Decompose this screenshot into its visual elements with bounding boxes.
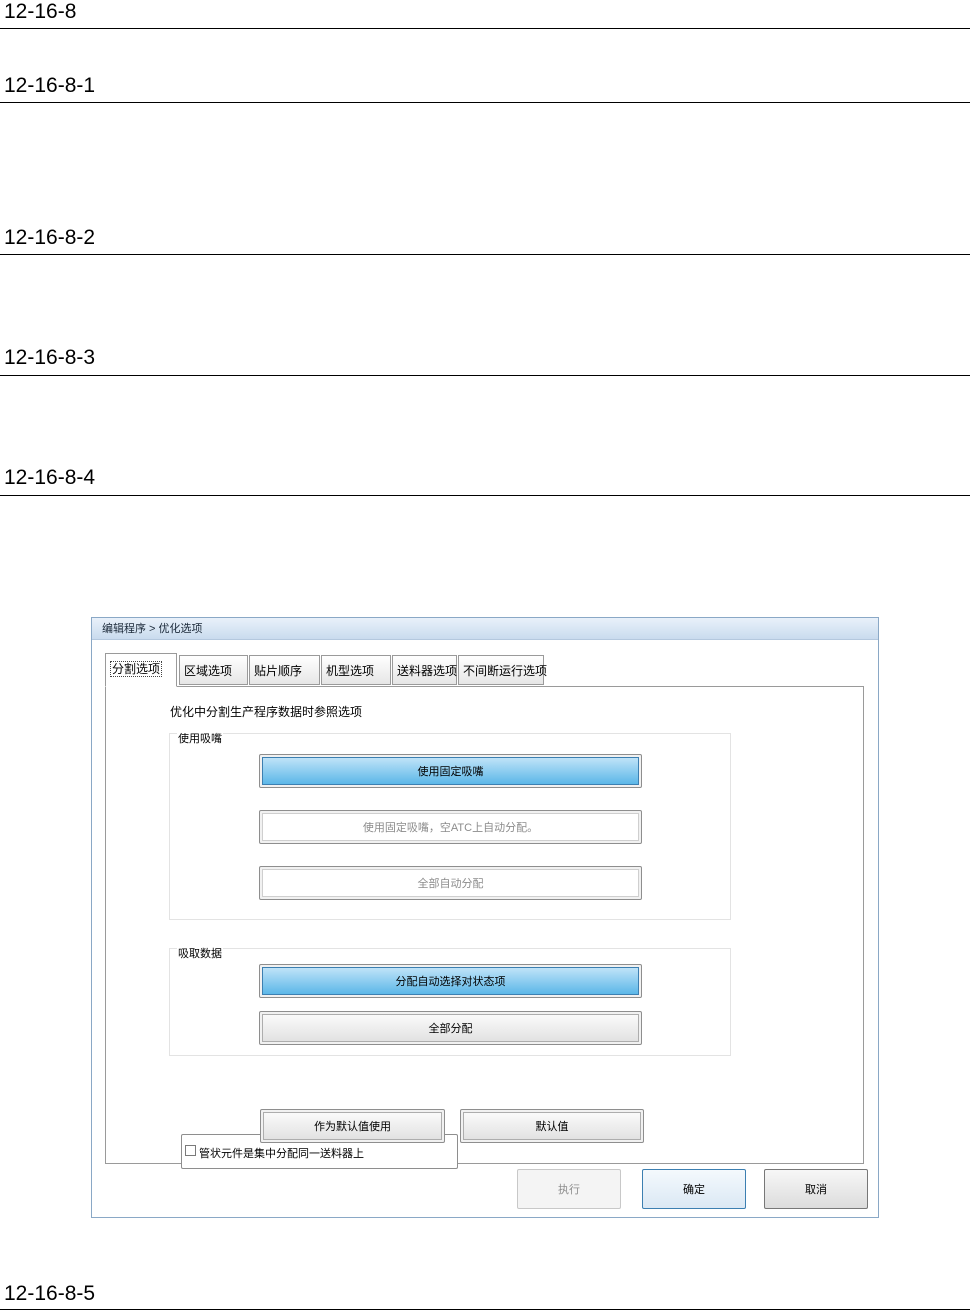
- button-label: 分配自动选择对状态项: [262, 967, 639, 995]
- heading-rule: [0, 375, 970, 376]
- button-label: 作为默认值使用: [263, 1112, 442, 1140]
- button-label: 全部自动分配: [262, 869, 639, 897]
- button-label: 使用固定吸嘴: [262, 757, 639, 785]
- tab-area-options[interactable]: 区域选项: [179, 655, 248, 685]
- tab-machine-options[interactable]: 机型选项: [321, 655, 391, 685]
- tab-placement-order[interactable]: 贴片顺序: [249, 655, 320, 685]
- optimization-options-dialog: 编辑程序 > 优化选项 分割选项 区域选项 贴片顺序 机型选项 送料器选项 不间…: [91, 617, 879, 1218]
- section-heading-12-16-8: 12-16-8: [4, 0, 77, 23]
- tube-component-label: 管状元件是集中分配同一送料器上: [199, 1148, 364, 1160]
- default-values-button[interactable]: 默认值: [460, 1109, 644, 1143]
- section-heading-12-16-8-4: 12-16-8-4: [4, 466, 96, 489]
- pickup-data-group: 吸取数据 分配自动选择对状态项 全部分配: [169, 948, 731, 1056]
- heading-rule: [0, 1309, 970, 1310]
- fixed-nozzle-auto-atc-button[interactable]: 使用固定吸嘴，空ATC上自动分配。: [259, 810, 642, 844]
- heading-rule: [0, 254, 970, 255]
- ok-button[interactable]: 确定: [642, 1169, 746, 1209]
- button-label: 默认值: [463, 1112, 641, 1140]
- dialog-title: 编辑程序 > 优化选项: [92, 618, 878, 640]
- assign-auto-select-button[interactable]: 分配自动选择对状态项: [259, 964, 642, 998]
- execute-button[interactable]: 执行: [517, 1169, 621, 1209]
- tab-panel: 优化中分割生产程序数据时参照选项 使用吸嘴 使用固定吸嘴 使用固定吸嘴，空ATC…: [105, 686, 864, 1169]
- nozzle-group-title: 使用吸嘴: [177, 733, 223, 745]
- button-label: 全部分配: [262, 1014, 639, 1042]
- cancel-button[interactable]: 取消: [764, 1169, 868, 1209]
- button-label: 使用固定吸嘴，空ATC上自动分配。: [262, 813, 639, 841]
- assign-all-button[interactable]: 全部分配: [259, 1011, 642, 1045]
- all-auto-assign-button[interactable]: 全部自动分配: [259, 866, 642, 900]
- section-heading-12-16-8-1: 12-16-8-1: [4, 74, 96, 97]
- tab-feeder-options[interactable]: 送料器选项: [392, 655, 457, 685]
- heading-rule: [0, 28, 970, 29]
- fixed-nozzle-button[interactable]: 使用固定吸嘴: [259, 754, 642, 788]
- section-heading-12-16-8-2: 12-16-8-2: [4, 226, 96, 249]
- panel-caption: 优化中分割生产程序数据时参照选项: [170, 705, 363, 719]
- use-as-default-button[interactable]: 作为默认值使用: [260, 1109, 445, 1143]
- pickup-group-title: 吸取数据: [177, 948, 223, 960]
- tab-nonstop-options[interactable]: 不间断运行选项: [458, 655, 547, 685]
- section-heading-12-16-8-3: 12-16-8-3: [4, 346, 96, 369]
- section-heading-12-16-8-5: 12-16-8-5: [4, 1282, 96, 1305]
- tab-label: 分割选项: [110, 661, 163, 677]
- heading-rule: [0, 495, 970, 496]
- heading-rule: [0, 102, 970, 103]
- tab-split-options[interactable]: 分割选项: [105, 653, 177, 687]
- nozzle-group: 使用吸嘴 使用固定吸嘴 使用固定吸嘴，空ATC上自动分配。 全部自动分配: [169, 733, 731, 920]
- tube-component-checkbox[interactable]: [185, 1145, 196, 1156]
